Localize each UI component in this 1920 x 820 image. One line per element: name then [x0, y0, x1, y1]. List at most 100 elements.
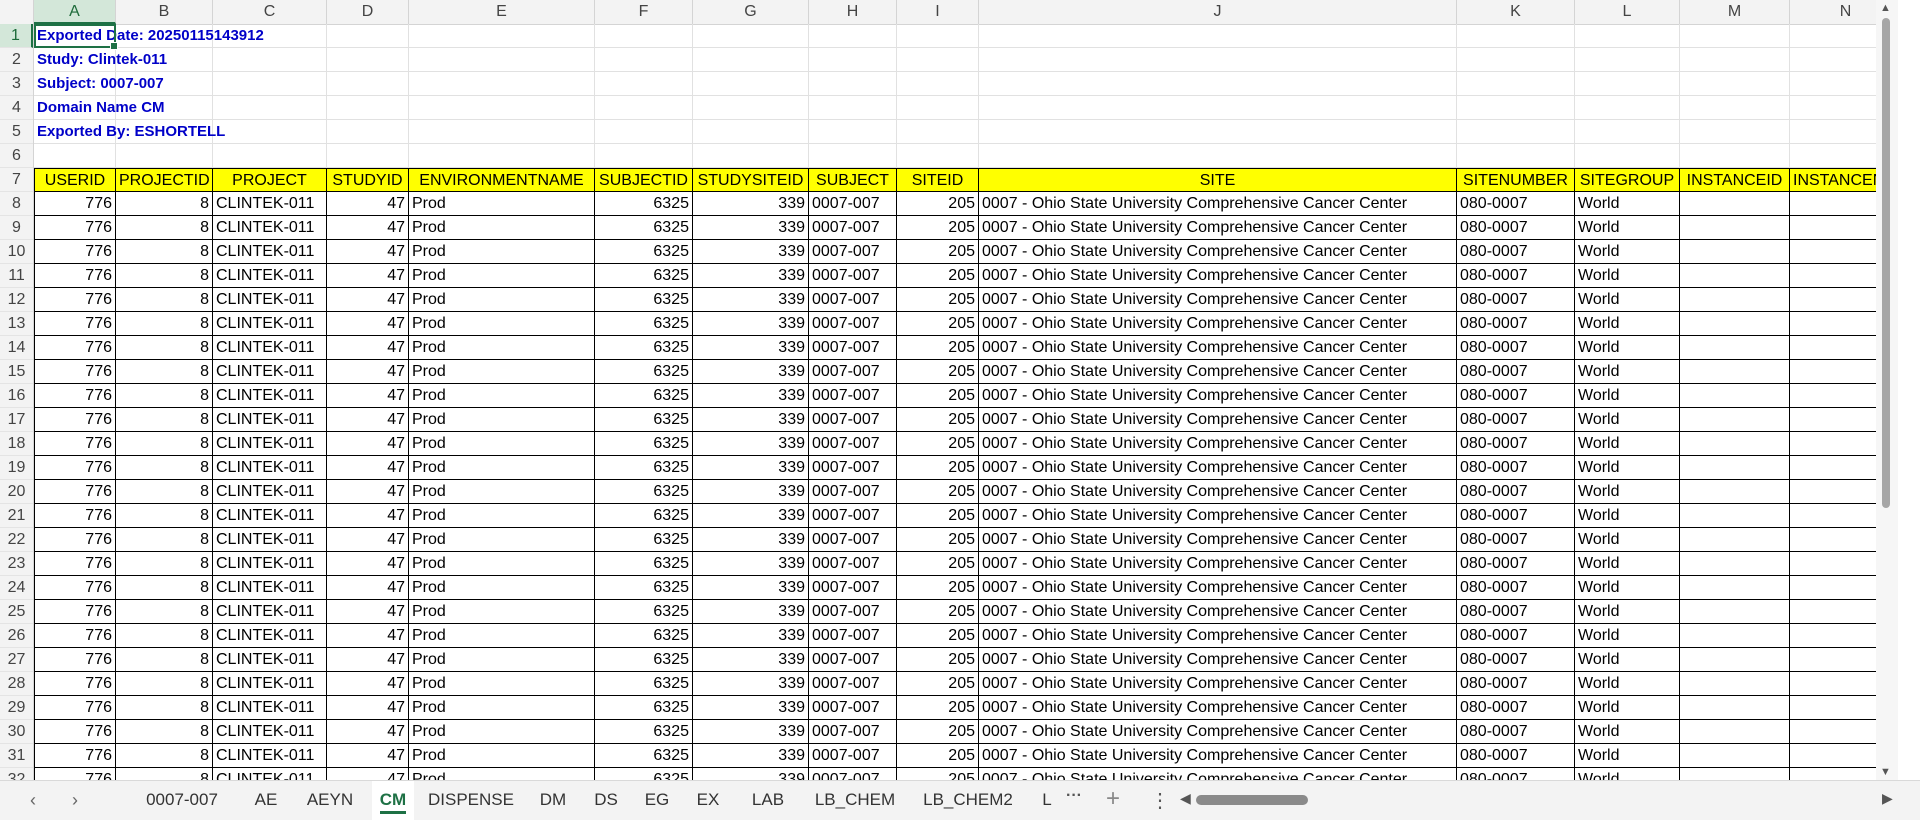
cell-projectid[interactable]: 8 — [116, 384, 213, 408]
cell-subjectid[interactable]: 6325 — [595, 432, 693, 456]
cell-sitegroup[interactable]: World — [1575, 408, 1680, 432]
cell-studyid[interactable]: 47 — [327, 648, 409, 672]
cell-instanceid[interactable] — [1680, 312, 1790, 336]
row-header-16[interactable]: 16 — [0, 384, 33, 408]
cell-studyid[interactable]: 47 — [327, 408, 409, 432]
column-header-a[interactable]: A — [34, 0, 116, 24]
cell-subjectid[interactable]: 6325 — [595, 576, 693, 600]
cell-subject[interactable]: 0007-007 — [809, 432, 897, 456]
cell-sitenumber[interactable]: 080-0007 — [1457, 672, 1575, 696]
cell-sitegroup[interactable]: World — [1575, 768, 1680, 780]
cell-userid[interactable]: 776 — [34, 192, 116, 216]
cell[interactable] — [897, 24, 979, 48]
cell-site[interactable]: 0007 - Ohio State University Comprehensi… — [979, 744, 1457, 768]
cell-environment[interactable]: Prod — [409, 768, 595, 780]
column-title-subject[interactable]: SUBJECT — [809, 168, 897, 192]
cell-studysiteid[interactable]: 339 — [693, 456, 809, 480]
cell-environment[interactable]: Prod — [409, 264, 595, 288]
cell-sitenumber[interactable]: 080-0007 — [1457, 264, 1575, 288]
cell[interactable] — [327, 48, 409, 72]
cell[interactable] — [693, 48, 809, 72]
row-header-17[interactable]: 17 — [0, 408, 33, 432]
cell[interactable] — [897, 48, 979, 72]
cell-sitenumber[interactable]: 080-0007 — [1457, 768, 1575, 780]
column-header-c[interactable]: C — [213, 0, 327, 24]
cell-projectid[interactable]: 8 — [116, 648, 213, 672]
cell-subjectid[interactable]: 6325 — [595, 216, 693, 240]
cell-subjectid[interactable]: 6325 — [595, 384, 693, 408]
sheet-tab-cm[interactable]: CM — [372, 781, 414, 820]
cell-subject[interactable]: 0007-007 — [809, 576, 897, 600]
more-tabs-icon[interactable]: ··· — [1066, 787, 1082, 805]
sheet-menu-icon[interactable]: ⋮ — [1150, 788, 1170, 813]
row-header-9[interactable]: 9 — [0, 216, 33, 240]
cell-sitegroup[interactable]: World — [1575, 648, 1680, 672]
cell-sitegroup[interactable]: World — [1575, 624, 1680, 648]
cell-sitenumber[interactable]: 080-0007 — [1457, 528, 1575, 552]
cell[interactable] — [409, 24, 595, 48]
cell-subject[interactable]: 0007-007 — [809, 192, 897, 216]
cell-environment[interactable]: Prod — [409, 384, 595, 408]
sheet-tab-l[interactable]: L — [1038, 781, 1056, 820]
cell[interactable] — [409, 120, 595, 144]
cell-subjectid[interactable]: 6325 — [595, 288, 693, 312]
cell[interactable] — [809, 48, 897, 72]
cell-instanceid[interactable] — [1680, 552, 1790, 576]
cell[interactable] — [1457, 72, 1575, 96]
sheet-tab-ex[interactable]: EX — [688, 781, 728, 820]
cell-subject[interactable]: 0007-007 — [809, 480, 897, 504]
cell-sitegroup[interactable]: World — [1575, 696, 1680, 720]
cell-environment[interactable]: Prod — [409, 336, 595, 360]
cell-studysiteid[interactable]: 339 — [693, 480, 809, 504]
column-title-studyid[interactable]: STUDYID — [327, 168, 409, 192]
cell-site[interactable]: 0007 - Ohio State University Comprehensi… — [979, 768, 1457, 780]
row-header-8[interactable]: 8 — [0, 192, 33, 216]
cell-subject[interactable]: 0007-007 — [809, 240, 897, 264]
cell-subjectid[interactable]: 6325 — [595, 648, 693, 672]
cell-studysiteid[interactable]: 339 — [693, 240, 809, 264]
row-header-15[interactable]: 15 — [0, 360, 33, 384]
cell-environment[interactable]: Prod — [409, 216, 595, 240]
cell-subjectid[interactable]: 6325 — [595, 600, 693, 624]
cell-siteid[interactable]: 205 — [897, 504, 979, 528]
cell-studyid[interactable]: 47 — [327, 240, 409, 264]
cell-studyid[interactable]: 47 — [327, 360, 409, 384]
cell-studyid[interactable]: 47 — [327, 552, 409, 576]
cell-userid[interactable]: 776 — [34, 504, 116, 528]
cell-subjectid[interactable]: 6325 — [595, 312, 693, 336]
cell-environment[interactable]: Prod — [409, 696, 595, 720]
cell-siteid[interactable]: 205 — [897, 264, 979, 288]
cell-sitenumber[interactable]: 080-0007 — [1457, 408, 1575, 432]
sheet-tab-ds[interactable]: DS — [586, 781, 626, 820]
cell-environment[interactable]: Prod — [409, 192, 595, 216]
cell-sitenumber[interactable]: 080-0007 — [1457, 720, 1575, 744]
cell[interactable] — [595, 24, 693, 48]
hscroll-right-icon[interactable]: ▶ — [1882, 790, 1893, 807]
row-header-18[interactable]: 18 — [0, 432, 33, 456]
cell-studysiteid[interactable]: 339 — [693, 288, 809, 312]
cell[interactable] — [409, 48, 595, 72]
cell-instanceid[interactable] — [1680, 648, 1790, 672]
cell-siteid[interactable]: 205 — [897, 480, 979, 504]
cell-sitenumber[interactable]: 080-0007 — [1457, 504, 1575, 528]
column-title-site[interactable]: SITE — [979, 168, 1457, 192]
cell-subject[interactable]: 0007-007 — [809, 336, 897, 360]
cell-studysiteid[interactable]: 339 — [693, 528, 809, 552]
tab-next-icon[interactable]: › — [72, 790, 78, 811]
cell[interactable] — [327, 120, 409, 144]
cell-instanceid[interactable] — [1680, 288, 1790, 312]
cell-instanceid[interactable] — [1680, 696, 1790, 720]
cell-environment[interactable]: Prod — [409, 288, 595, 312]
cell[interactable] — [409, 72, 595, 96]
row-header-2[interactable]: 2 — [0, 48, 33, 72]
cell-environment[interactable]: Prod — [409, 432, 595, 456]
cell-sitegroup[interactable]: World — [1575, 384, 1680, 408]
row-header-7[interactable]: 7 — [0, 168, 33, 192]
cell-project[interactable]: CLINTEK-011 — [213, 408, 327, 432]
cell-siteid[interactable]: 205 — [897, 336, 979, 360]
cell[interactable] — [327, 96, 409, 120]
cell-studysiteid[interactable]: 339 — [693, 312, 809, 336]
cell-projectid[interactable]: 8 — [116, 288, 213, 312]
cell-subject[interactable]: 0007-007 — [809, 720, 897, 744]
cell[interactable] — [1575, 48, 1680, 72]
